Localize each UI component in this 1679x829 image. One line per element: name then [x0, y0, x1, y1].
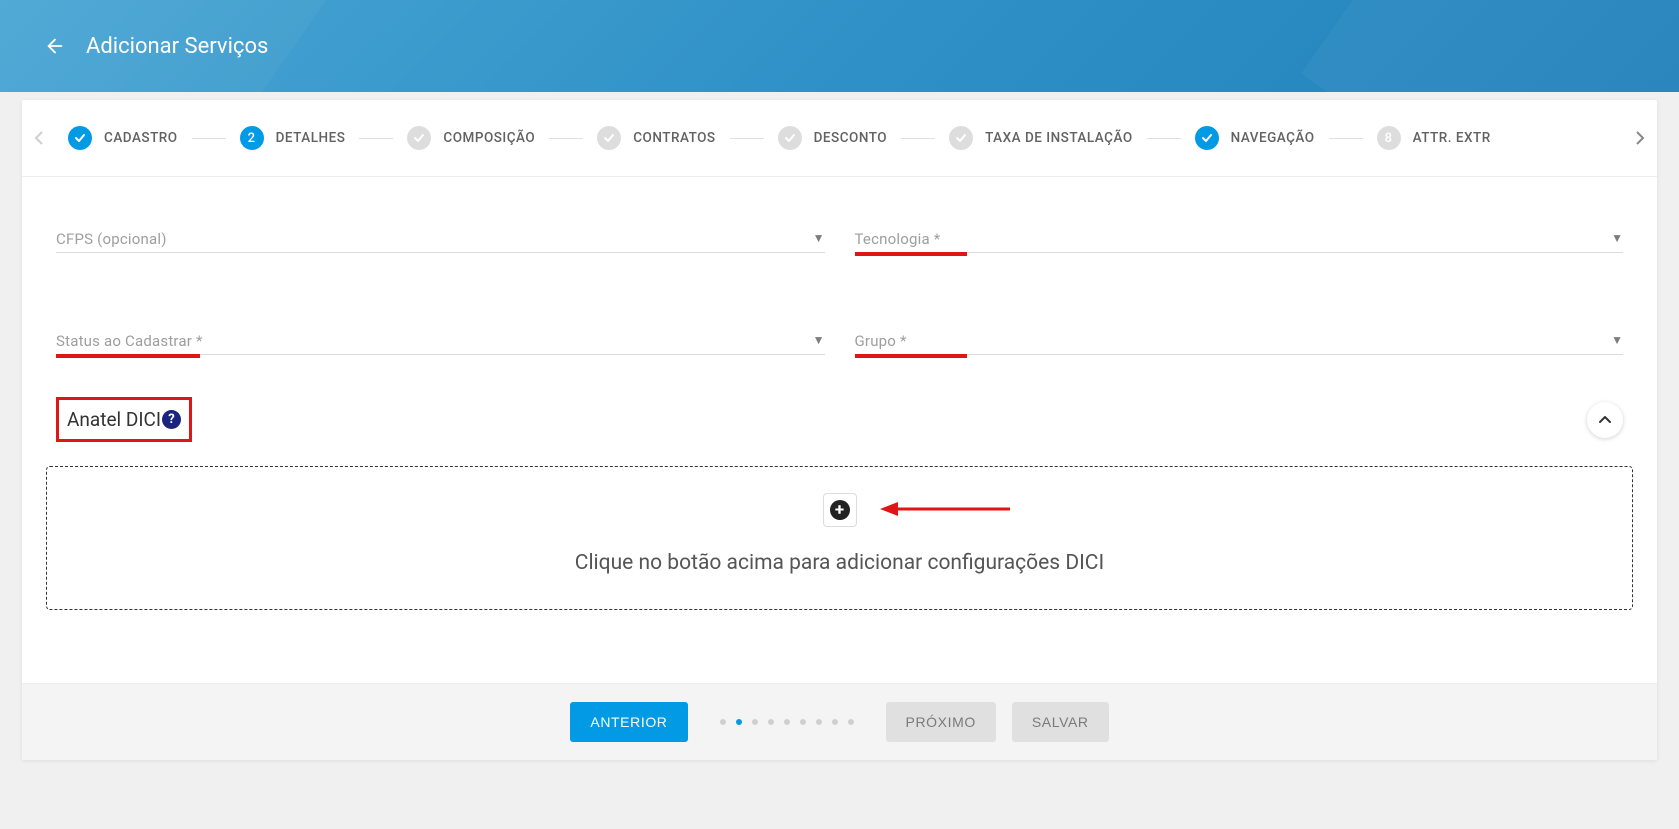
tecnologia-select[interactable]: Tecnologia * ▼ — [855, 229, 1624, 253]
step-connector — [192, 138, 226, 139]
wizard-footer: ANTERIOR PRÓXIMO SALVAR — [22, 683, 1657, 760]
step-composi-o[interactable]: COMPOSIÇÃO — [407, 126, 535, 150]
add-dici-button[interactable]: + — [823, 493, 857, 527]
step-connector — [359, 138, 393, 139]
progress-dot — [816, 719, 822, 725]
chevron-down-icon: ▼ — [813, 333, 825, 347]
step-number-badge: 8 — [1377, 126, 1401, 150]
stepper-next-icon[interactable] — [1635, 130, 1645, 146]
save-button[interactable]: SALVAR — [1012, 702, 1109, 742]
collapse-button[interactable] — [1587, 402, 1623, 438]
chevron-down-icon: ▼ — [813, 231, 825, 245]
main-card: CADASTRO 2 DETALHES COMPOSIÇÃO CONTRATOS DESC… — [22, 100, 1657, 760]
step-desconto[interactable]: DESCONTO — [778, 126, 887, 150]
anatel-section-header: Anatel DICI ? — [22, 365, 1657, 452]
cfps-select[interactable]: CFPS (opcional) ▼ — [56, 229, 825, 253]
chevron-down-icon: ▼ — [1611, 231, 1623, 245]
progress-dot — [768, 719, 774, 725]
progress-dot — [784, 719, 790, 725]
status-select[interactable]: Status ao Cadastrar * ▼ — [56, 331, 825, 355]
step-connector — [1329, 138, 1363, 139]
step-connector — [1147, 138, 1181, 139]
step-number-badge — [597, 126, 621, 150]
step-label: DESCONTO — [814, 130, 887, 146]
required-underline — [855, 354, 967, 358]
form-area: CFPS (opcional) ▼ Tecnologia * ▼ Status … — [22, 177, 1657, 365]
progress-dot — [720, 719, 726, 725]
step-connector — [549, 138, 583, 139]
stepper: CADASTRO 2 DETALHES COMPOSIÇÃO CONTRATOS DESC… — [22, 100, 1657, 177]
add-dici-hint: Clique no botão acima para adicionar con… — [67, 551, 1612, 575]
step-number-badge — [778, 126, 802, 150]
anatel-section-title-box: Anatel DICI ? — [56, 397, 192, 442]
step-detalhes[interactable]: 2 DETALHES — [240, 126, 346, 150]
plus-icon: + — [830, 500, 850, 520]
required-underline — [56, 354, 200, 358]
step-label: DETALHES — [276, 130, 346, 146]
step-label: NAVEGAÇÃO — [1231, 130, 1315, 146]
annotation-arrow-icon — [880, 497, 1020, 521]
cfps-label: CFPS (opcional) — [56, 230, 167, 248]
anatel-add-area: + Clique no botão acima para adicionar c… — [46, 466, 1633, 610]
prev-button[interactable]: ANTERIOR — [570, 702, 687, 742]
progress-dot — [800, 719, 806, 725]
check-icon — [68, 126, 92, 150]
anatel-section-title: Anatel DICI — [67, 410, 161, 429]
help-icon[interactable]: ? — [162, 410, 181, 429]
step-attr-extr[interactable]: 8 ATTR. EXTR — [1377, 126, 1491, 150]
app-header: Adicionar Serviços — [0, 0, 1679, 92]
step-label: TAXA DE INSTALAÇÃO — [985, 130, 1133, 146]
tecnologia-label: Tecnologia * — [855, 230, 941, 248]
step-label: CADASTRO — [104, 130, 178, 146]
check-icon — [1195, 126, 1219, 150]
step-taxa-de-instala-o[interactable]: TAXA DE INSTALAÇÃO — [949, 126, 1133, 150]
status-label: Status ao Cadastrar * — [56, 332, 203, 350]
grupo-label: Grupo * — [855, 332, 907, 350]
page-title: Adicionar Serviços — [86, 34, 268, 59]
step-label: COMPOSIÇÃO — [443, 130, 535, 146]
step-number-badge: 2 — [240, 126, 264, 150]
step-connector — [901, 138, 935, 139]
progress-dot — [832, 719, 838, 725]
step-navega-o[interactable]: NAVEGAÇÃO — [1195, 126, 1315, 150]
next-button[interactable]: PRÓXIMO — [886, 702, 996, 742]
step-number-badge — [407, 126, 431, 150]
step-label: CONTRATOS — [633, 130, 715, 146]
progress-dot — [736, 719, 742, 725]
step-label: ATTR. EXTR — [1413, 130, 1491, 146]
step-connector — [730, 138, 764, 139]
grupo-select[interactable]: Grupo * ▼ — [855, 331, 1624, 355]
progress-dot — [848, 719, 854, 725]
stepper-prev-icon[interactable] — [34, 130, 44, 146]
progress-dot — [752, 719, 758, 725]
back-icon[interactable] — [44, 35, 66, 57]
required-underline — [855, 252, 967, 256]
step-cadastro[interactable]: CADASTRO — [68, 126, 178, 150]
step-contratos[interactable]: CONTRATOS — [597, 126, 715, 150]
progress-dots — [720, 719, 854, 725]
chevron-down-icon: ▼ — [1611, 333, 1623, 347]
step-number-badge — [949, 126, 973, 150]
